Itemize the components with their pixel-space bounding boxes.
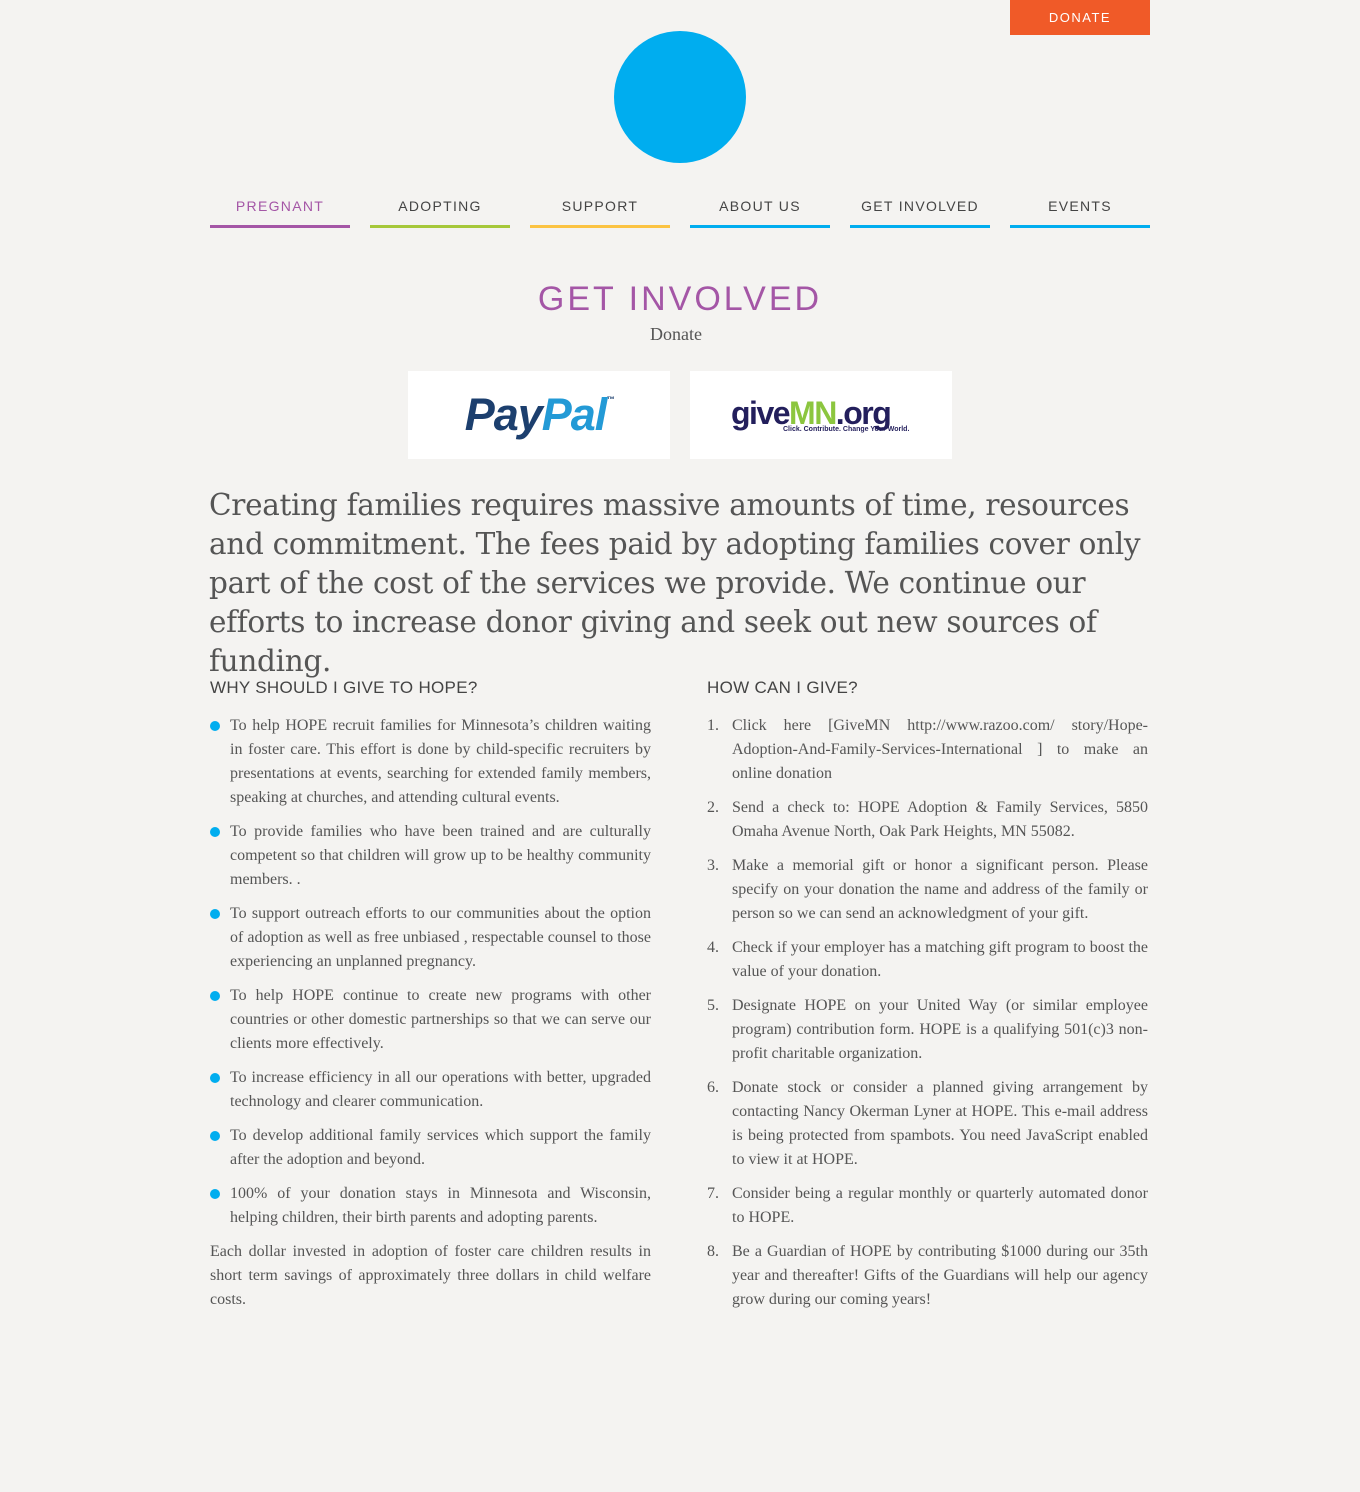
list-item-text: Make a memorial gift or honor a signific…: [732, 857, 1148, 922]
nav-item-events[interactable]: EVENTS: [1010, 196, 1150, 228]
list-item: To help HOPE continue to create new prog…: [210, 984, 651, 1056]
ways-list: 1. Click here [GiveMN http://www.razoo.co…: [707, 714, 1148, 1312]
bullet-icon: [210, 1131, 220, 1141]
bullet-icon: [210, 827, 220, 837]
reasons-list: To help HOPE recruit families for Minnes…: [210, 714, 651, 1230]
list-item-text: To increase efficiency in all our operat…: [230, 1069, 651, 1110]
givemn-tagline: Click. Contribute. Change Your World.: [783, 426, 910, 433]
page-subtitle: Donate: [650, 324, 702, 344]
list-number: 5.: [707, 997, 719, 1014]
list-item-text: Donate stock or consider a planned givin…: [732, 1079, 1148, 1168]
list-item-text: Send a check to: HOPE Adoption & Family …: [732, 799, 1148, 840]
list-item-text: Consider being a regular monthly or quar…: [732, 1185, 1148, 1226]
how-give-heading: HOW CAN I GIVE?: [707, 678, 858, 697]
why-give-heading: WHY SHOULD I GIVE TO HOPE?: [210, 678, 478, 697]
list-item: To develop additional family services wh…: [210, 1124, 651, 1172]
list-item: To provide families who have been traine…: [210, 820, 651, 892]
bullet-icon: [210, 1073, 220, 1083]
list-item-text: To support outreach efforts to our commu…: [230, 905, 651, 970]
list-number: 7.: [707, 1185, 719, 1202]
list-item: 8. Be a Guardian of HOPE by contributing …: [707, 1240, 1148, 1312]
paypal-trademark: ™: [606, 395, 614, 404]
list-item-text: To help HOPE recruit families for Minnes…: [230, 717, 651, 806]
nav-item-about-us[interactable]: ABOUT US: [690, 196, 830, 228]
list-item: 4. Check if your employer has a matching …: [707, 936, 1148, 984]
list-item: 3. Make a memorial gift or honor a signif…: [707, 854, 1148, 926]
closing-paragraph: Each dollar invested in adoption of fost…: [210, 1243, 651, 1308]
site-logo[interactable]: [614, 31, 746, 163]
main-nav: PREGNANT ADOPTING SUPPORT ABOUT US GET I…: [210, 196, 1150, 228]
page-title: GET INVOLVED: [537, 280, 823, 318]
list-item: 1. Click here [GiveMN http://www.razoo.co…: [707, 714, 1148, 786]
list-number: 8.: [707, 1243, 719, 1260]
bullet-icon: [210, 909, 220, 919]
givemn-logo-give: give: [731, 395, 791, 431]
list-item-text: To provide families who have been traine…: [230, 823, 651, 888]
bullet-icon: [210, 991, 220, 1001]
list-item: 7. Consider being a regular monthly or qu…: [707, 1182, 1148, 1230]
nav-item-pregnant[interactable]: PREGNANT: [210, 196, 350, 228]
list-item-text: Designate HOPE on your United Way (or si…: [732, 997, 1148, 1062]
paypal-logo-pay: Pay: [464, 389, 543, 440]
paypal-logo: PayPal™: [464, 389, 615, 441]
list-number: 2.: [707, 799, 719, 816]
list-item: To support outreach efforts to our commu…: [210, 902, 651, 974]
list-item: 2. Send a check to: HOPE Adoption & Famil…: [707, 796, 1148, 844]
givemn-donate-link[interactable]: giveMN.org Click. Contribute. Change You…: [690, 371, 952, 459]
list-item-text: To develop additional family services wh…: [230, 1127, 651, 1168]
donate-button[interactable]: DONATE: [1010, 0, 1150, 35]
list-item-text: Check if your employer has a matching gi…: [732, 939, 1148, 980]
bullet-icon: [210, 1189, 220, 1199]
list-number: 3.: [707, 857, 719, 874]
list-item: 6. Donate stock or consider a planned giv…: [707, 1076, 1148, 1172]
list-item-text[interactable]: Click here [GiveMN http://www.razoo.com/…: [732, 717, 1148, 782]
nav-item-get-involved[interactable]: GET INVOLVED: [850, 196, 990, 228]
nav-item-support[interactable]: SUPPORT: [530, 196, 670, 228]
list-item-text: To help HOPE continue to create new prog…: [230, 987, 651, 1052]
list-item-text: Be a Guardian of HOPE by contributing $1…: [732, 1243, 1148, 1308]
why-give-section: WHY SHOULD I GIVE TO HOPE? To help HOPE …: [210, 678, 651, 1312]
nav-item-adopting[interactable]: ADOPTING: [370, 196, 510, 228]
how-give-section: HOW CAN I GIVE? 1. Click here [GiveMN htt…: [707, 678, 1148, 1322]
list-item: 5. Designate HOPE on your United Way (or …: [707, 994, 1148, 1066]
paypal-logo-pal: Pal: [541, 389, 608, 440]
bullet-icon: [210, 721, 220, 731]
intro-paragraph: Creating families requires massive amoun…: [209, 488, 1141, 678]
list-number: 6.: [707, 1079, 719, 1096]
givemn-logo: giveMN.org Click. Contribute. Change You…: [731, 393, 911, 437]
list-item: To help HOPE recruit families for Minnes…: [210, 714, 651, 810]
list-number: 1.: [707, 717, 719, 734]
paypal-donate-link[interactable]: PayPal™: [408, 371, 670, 459]
list-item: 100% of your donation stays in Minnesota…: [210, 1182, 651, 1230]
list-item: To increase efficiency in all our operat…: [210, 1066, 651, 1114]
list-item-text: 100% of your donation stays in Minnesota…: [230, 1185, 651, 1226]
list-number: 4.: [707, 939, 719, 956]
